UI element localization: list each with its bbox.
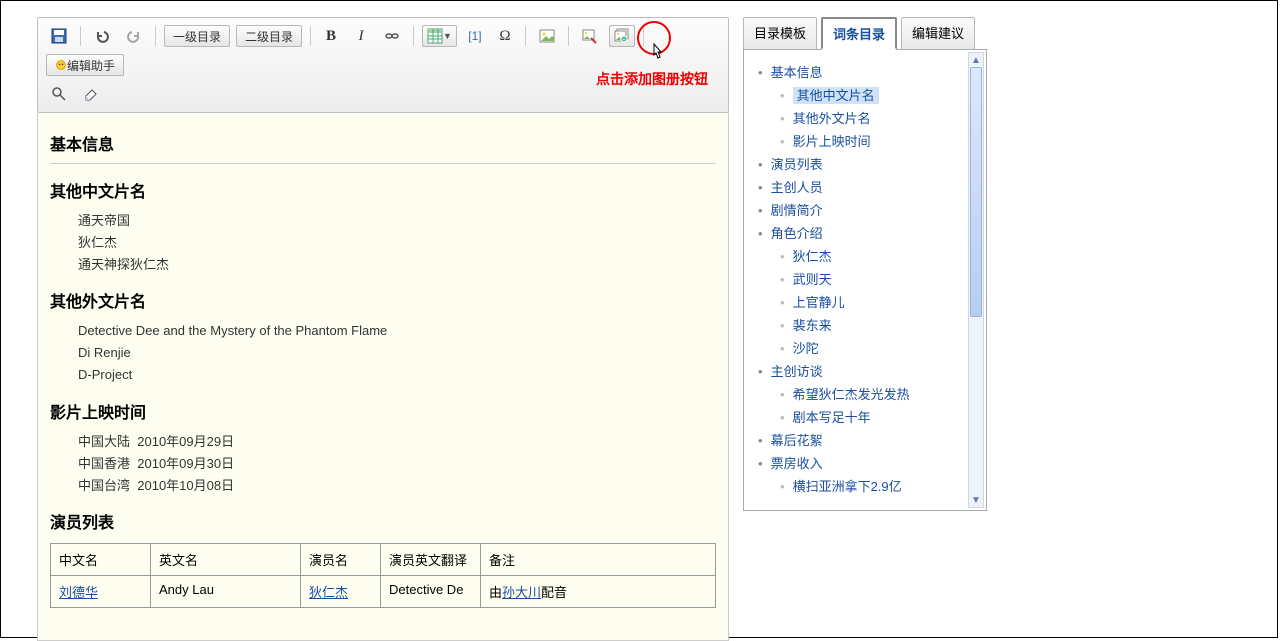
- table-row: 中文名 英文名 演员名 演员英文翻译 备注: [51, 543, 716, 575]
- toc-item[interactable]: 武则天: [758, 267, 978, 290]
- section-cn-alt: 其他中文片名: [50, 178, 716, 202]
- scrollbar[interactable]: ▲ ▼: [968, 52, 984, 508]
- toc-item[interactable]: 幕后花絮: [758, 428, 978, 451]
- insert-gallery-icon[interactable]: +: [609, 25, 635, 47]
- toc-item[interactable]: 希望狄仁杰发光发热: [758, 382, 978, 405]
- toc-item[interactable]: 横扫亚洲拿下2.9亿: [758, 474, 978, 497]
- heading1-button[interactable]: 一级目录: [164, 25, 230, 47]
- en-alt-list: Detective Dee and the Mystery of the Pha…: [78, 320, 716, 386]
- toc-item[interactable]: 主创人员: [758, 175, 978, 198]
- toc-item[interactable]: 剧本写足十年: [758, 405, 978, 428]
- assistant-button[interactable]: 编辑助手: [46, 54, 124, 76]
- toc-item[interactable]: 主创访谈: [758, 359, 978, 382]
- image-edit-icon[interactable]: [577, 24, 603, 48]
- redo-icon[interactable]: [121, 24, 147, 48]
- tab-suggest[interactable]: 编辑建议: [901, 17, 975, 50]
- toc-item[interactable]: 其他中文片名: [758, 83, 978, 106]
- save-icon[interactable]: [46, 24, 72, 48]
- section-release: 影片上映时间: [50, 399, 716, 423]
- toc-list: 基本信息其他中文片名其他外文片名影片上映时间演员列表主创人员剧情简介角色介绍狄仁…: [758, 60, 978, 497]
- toc-item[interactable]: 沙陀: [758, 336, 978, 359]
- toc-item[interactable]: 剧情简介: [758, 198, 978, 221]
- symbol-button[interactable]: Ω: [493, 24, 517, 48]
- toc-item[interactable]: 角色介绍: [758, 221, 978, 244]
- undo-icon[interactable]: [89, 24, 115, 48]
- section-en-alt: 其他外文片名: [50, 288, 716, 312]
- scroll-thumb[interactable]: [970, 67, 982, 317]
- table-row: 刘德华 Andy Lau 狄仁杰 Detective De 由孙大川配音: [51, 575, 716, 607]
- section-basic-info: 基本信息: [50, 131, 716, 155]
- toc-item[interactable]: 狄仁杰: [758, 244, 978, 267]
- tab-template[interactable]: 目录模板: [743, 17, 817, 50]
- toc-item[interactable]: 基本信息: [758, 60, 978, 83]
- cast-table: 中文名 英文名 演员名 演员英文翻译 备注 刘德华 Andy Lau 狄仁杰 D…: [50, 543, 716, 608]
- chevron-down-icon: ▼: [443, 31, 452, 41]
- scroll-up-icon[interactable]: ▲: [969, 53, 983, 67]
- role-link[interactable]: 狄仁杰: [309, 585, 348, 600]
- search-icon[interactable]: [46, 82, 72, 106]
- toc-item[interactable]: 上官静儿: [758, 290, 978, 313]
- toc-panel: 基本信息其他中文片名其他外文片名影片上映时间演员列表主创人员剧情简介角色介绍狄仁…: [743, 49, 987, 511]
- cn-alt-list: 通天帝国 狄仁杰 通天神探狄仁杰: [78, 210, 716, 276]
- insert-image-icon[interactable]: [534, 24, 560, 48]
- side-tabs: 目录模板 词条目录 编辑建议: [743, 17, 987, 50]
- release-list: 中国大陆 2010年09月29日 中国香港 2010年09月30日 中国台湾 2…: [78, 431, 716, 497]
- reference-button[interactable]: [1]: [463, 24, 487, 48]
- editor-toolbar: 一级目录 二级目录 B I ▼ [1] Ω + 编辑助手: [37, 17, 729, 113]
- italic-icon[interactable]: I: [349, 24, 373, 48]
- editor-content[interactable]: 基本信息 其他中文片名 通天帝国 狄仁杰 通天神探狄仁杰 其他外文片名 Dete…: [37, 113, 729, 641]
- bold-icon[interactable]: B: [319, 24, 343, 48]
- actor-link[interactable]: 刘德华: [59, 585, 98, 600]
- toc-item[interactable]: 演员列表: [758, 152, 978, 175]
- toc-item[interactable]: 裴东来: [758, 313, 978, 336]
- eraser-icon[interactable]: [78, 82, 104, 106]
- scroll-down-icon[interactable]: ▼: [969, 493, 983, 507]
- section-cast: 演员列表: [50, 509, 716, 533]
- table-dropdown[interactable]: ▼: [422, 25, 457, 47]
- toc-item[interactable]: 票房收入: [758, 451, 978, 474]
- toc-item[interactable]: 影片上映时间: [758, 129, 978, 152]
- dubber-link[interactable]: 孙大川: [502, 585, 541, 600]
- toc-item[interactable]: 其他外文片名: [758, 106, 978, 129]
- svg-text:+: +: [622, 37, 625, 43]
- heading2-button[interactable]: 二级目录: [236, 25, 302, 47]
- annotation-label: 点击添加图册按钮: [596, 69, 708, 89]
- tab-toc[interactable]: 词条目录: [821, 17, 897, 50]
- link-icon[interactable]: [379, 24, 405, 48]
